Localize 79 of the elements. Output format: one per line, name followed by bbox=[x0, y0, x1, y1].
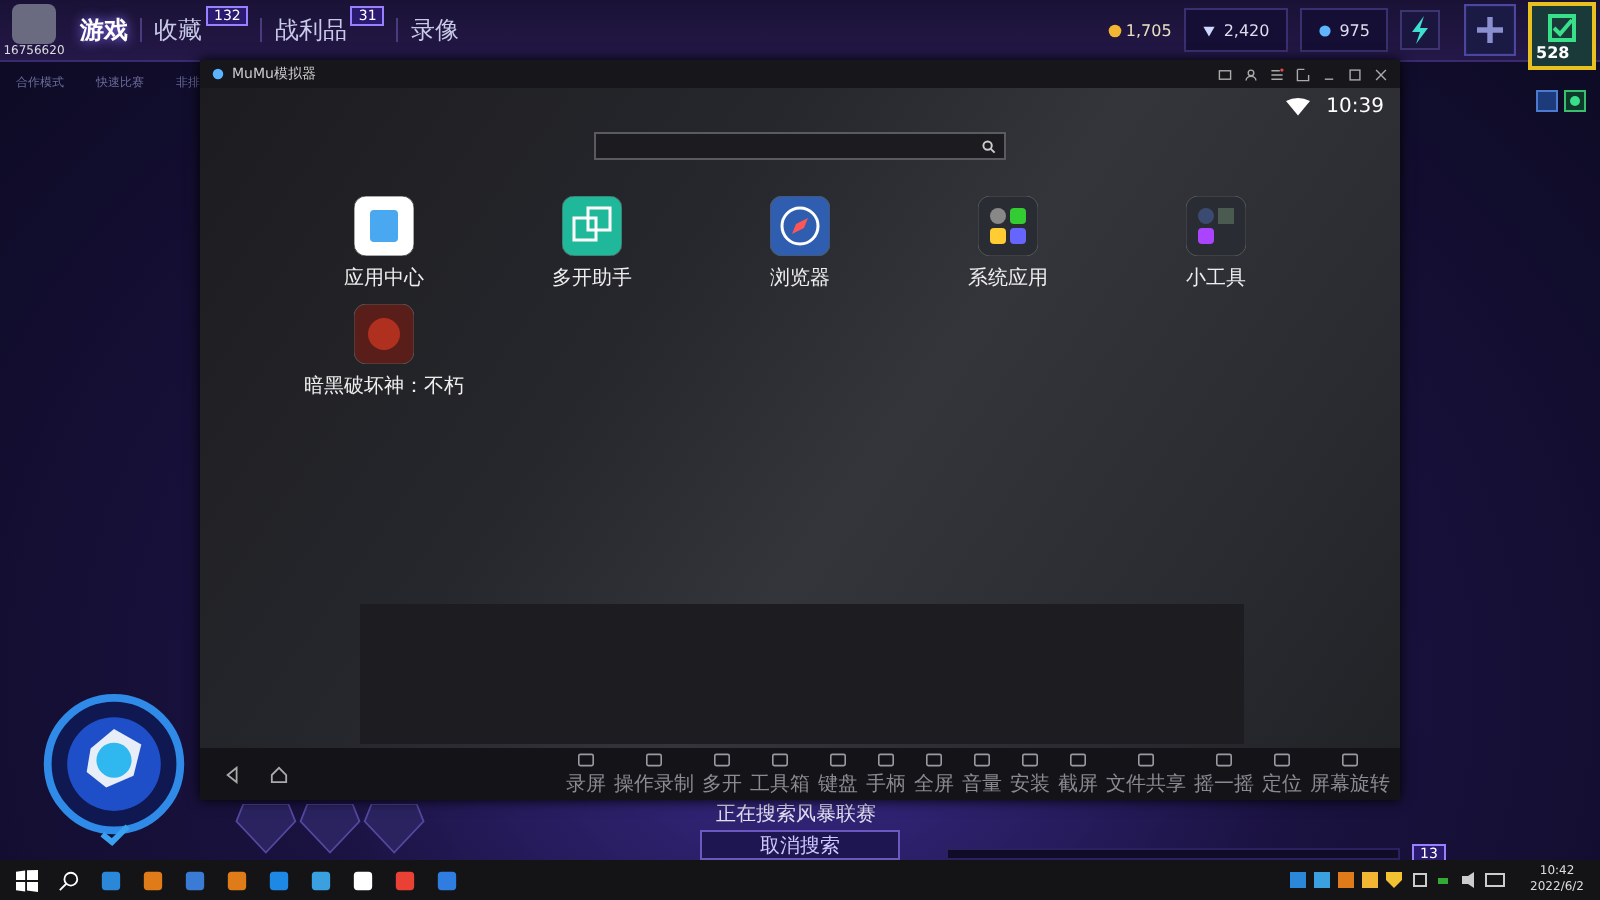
tool-icon bbox=[972, 751, 992, 767]
toolbar-button[interactable]: 录屏 bbox=[564, 751, 608, 797]
nav-tab[interactable]: 战利品 bbox=[274, 13, 347, 47]
app-logo-icon bbox=[212, 68, 224, 80]
search-icon[interactable] bbox=[58, 869, 80, 891]
app-icon[interactable] bbox=[354, 196, 414, 256]
windows-start-icon[interactable] bbox=[16, 869, 38, 891]
shard-icon bbox=[1317, 23, 1332, 37]
tray-icons[interactable] bbox=[1290, 870, 1511, 890]
check-icon bbox=[1546, 11, 1578, 43]
toolbar-button[interactable]: 文件共享 bbox=[1104, 751, 1188, 797]
app-icon[interactable] bbox=[978, 196, 1038, 256]
plus-icon[interactable] bbox=[1464, 4, 1516, 56]
wifi-icon bbox=[1286, 97, 1311, 115]
search-icon bbox=[982, 139, 996, 153]
toolbar-button[interactable]: 屏幕旋转 bbox=[1308, 751, 1392, 797]
app-label: 系统应用 bbox=[968, 265, 1048, 292]
gem-icon bbox=[1201, 23, 1216, 37]
app-icon[interactable] bbox=[770, 196, 830, 256]
status-icons bbox=[1536, 90, 1588, 112]
search-field[interactable] bbox=[594, 132, 1006, 160]
mail-icon[interactable] bbox=[1218, 67, 1232, 81]
lightning-icon[interactable] bbox=[1400, 10, 1440, 50]
nav-tab[interactable]: 游戏 bbox=[80, 13, 128, 47]
coin-amount: 1,705 bbox=[1125, 21, 1172, 39]
taskbar-app-icon[interactable] bbox=[352, 869, 374, 891]
tool-icon bbox=[1214, 751, 1234, 767]
menu-icon[interactable] bbox=[1270, 67, 1284, 81]
toolbar-button[interactable]: 截屏 bbox=[1056, 751, 1100, 797]
tool-icon bbox=[1272, 751, 1292, 767]
app-label: 小工具 bbox=[1186, 265, 1246, 292]
app-label: 应用中心 bbox=[344, 265, 424, 292]
back-icon[interactable] bbox=[224, 765, 242, 783]
tool-icon bbox=[1020, 751, 1040, 767]
taskbar-app-icon[interactable] bbox=[310, 869, 332, 891]
gems-amount: 2,420 bbox=[1223, 21, 1270, 39]
user-icon[interactable] bbox=[1244, 67, 1258, 81]
maximize-icon[interactable] bbox=[1348, 67, 1362, 81]
toolbar-button[interactable]: 多开 bbox=[700, 751, 744, 797]
search-status: 正在搜索风暴联赛 bbox=[716, 804, 876, 828]
toolbar-button[interactable]: 操作录制 bbox=[612, 751, 696, 797]
toolbar-button[interactable]: 手柄 bbox=[864, 751, 908, 797]
tool-icon bbox=[828, 751, 848, 767]
player-level: 528 bbox=[1536, 43, 1570, 61]
toolbar-button[interactable]: 音量 bbox=[960, 751, 1004, 797]
tool-icon bbox=[1340, 751, 1360, 767]
cancel-search-button[interactable]: 取消搜索 bbox=[700, 830, 900, 860]
taskbar-app-icon[interactable] bbox=[226, 869, 248, 891]
profile-portrait[interactable]: 528 bbox=[1528, 2, 1596, 70]
taskbar-app-icon[interactable] bbox=[142, 869, 164, 891]
toolbar-button[interactable]: 定位 bbox=[1260, 751, 1304, 797]
toolbar-button[interactable]: 安装 bbox=[1008, 751, 1052, 797]
shards-amount: 975 bbox=[1339, 21, 1370, 39]
tool-icon bbox=[924, 751, 944, 767]
tool-icon bbox=[1136, 751, 1156, 767]
toolbar-button[interactable]: 全屏 bbox=[912, 751, 956, 797]
app-icon[interactable] bbox=[562, 196, 622, 256]
toolbar-button[interactable]: 键盘 bbox=[816, 751, 860, 797]
tool-icon bbox=[1068, 751, 1088, 767]
close-icon[interactable] bbox=[1374, 67, 1388, 81]
home-icon[interactable] bbox=[270, 765, 288, 783]
nav-tab[interactable]: 收藏 bbox=[154, 13, 202, 47]
clock: 10:39 bbox=[1326, 95, 1384, 117]
nav-tab[interactable]: 录像 bbox=[410, 13, 459, 47]
toolbar-button[interactable]: 工具箱 bbox=[748, 751, 812, 797]
app-label: 暗黑破坏神：不朽 bbox=[304, 373, 464, 400]
app-label: 浏览器 bbox=[770, 265, 830, 292]
tool-icon bbox=[644, 751, 664, 767]
gems-panel[interactable]: 2,420 bbox=[1183, 8, 1288, 52]
tool-icon bbox=[712, 751, 732, 767]
tool-icon bbox=[576, 751, 596, 767]
shrink-icon[interactable] bbox=[1296, 67, 1310, 81]
app-label: 多开助手 bbox=[552, 265, 632, 292]
coin-icon bbox=[1107, 23, 1122, 37]
tool-icon bbox=[876, 751, 896, 767]
shards-panel[interactable]: 975 bbox=[1299, 8, 1388, 52]
player-avatar-icon[interactable] bbox=[12, 3, 56, 43]
toolbar-button[interactable]: 摇一摇 bbox=[1192, 751, 1256, 797]
tool-icon bbox=[770, 751, 790, 767]
